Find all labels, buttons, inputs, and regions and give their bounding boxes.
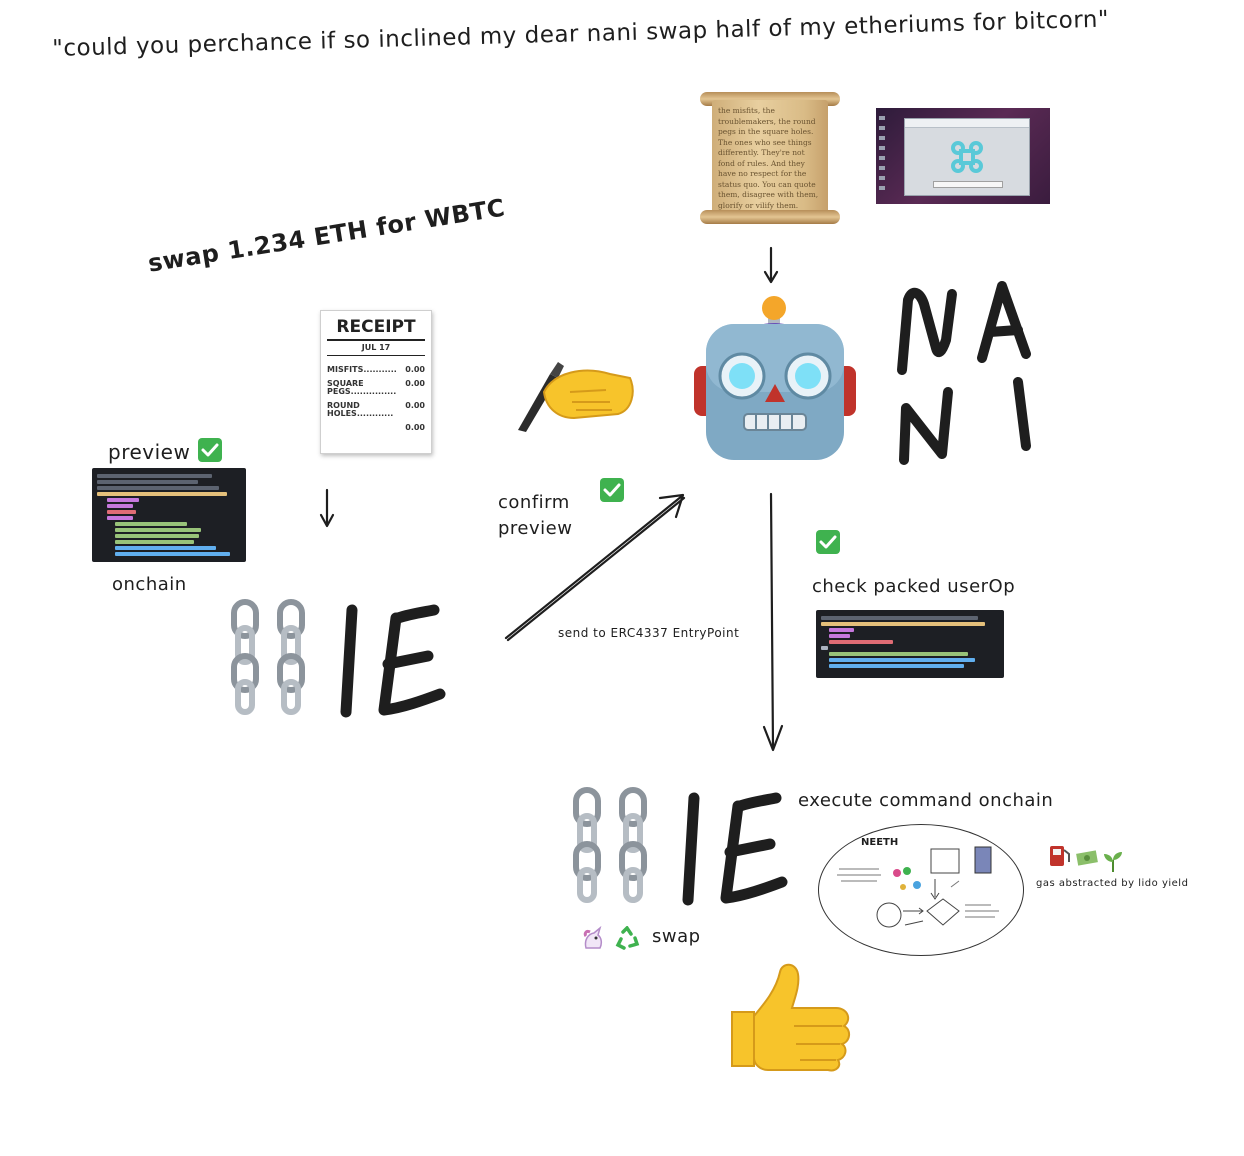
recycle-icon bbox=[615, 926, 640, 950]
send-to-entrypoint-label: send to ERC4337 EntryPoint bbox=[558, 626, 740, 640]
chain-ie-logo bbox=[573, 787, 788, 906]
chain-icon bbox=[231, 599, 305, 715]
neeth-diagram-sketch bbox=[837, 846, 999, 928]
userop-code-panel bbox=[816, 610, 1004, 678]
thumbs-up-icon bbox=[731, 963, 850, 1072]
execute-command-label: execute command onchain bbox=[798, 790, 1054, 811]
app-window bbox=[904, 118, 1030, 196]
preview-label: preview bbox=[108, 440, 191, 464]
command-key-icon bbox=[951, 141, 983, 173]
seedling-icon bbox=[1104, 852, 1122, 872]
chain-icon bbox=[573, 787, 647, 903]
gas-abstracted-label: gas abstracted by lido yield bbox=[1036, 878, 1189, 889]
preview-confirm-label: preview bbox=[498, 518, 573, 539]
receipt-image: RECEIPT JUL 17 MISFITS........... 0.00 S… bbox=[320, 310, 432, 454]
scroll-text: the misfits, the troublemakers, the roun… bbox=[718, 106, 819, 216]
receipt-date: JUL 17 bbox=[327, 341, 425, 356]
fuel-pump-icon bbox=[1050, 846, 1070, 866]
nani-wordmark-logo bbox=[897, 281, 1031, 465]
check-mark-icon bbox=[198, 438, 222, 462]
check-mark-icon bbox=[600, 478, 624, 502]
confirm-label: confirm bbox=[498, 492, 570, 513]
unicorn-icon bbox=[583, 926, 603, 949]
receipt-row: 0.00 bbox=[405, 423, 425, 432]
receipt-row: SQUARE PEGS............... 0.00 bbox=[327, 379, 425, 396]
onchain-label: onchain bbox=[112, 574, 187, 595]
check-mark-icon bbox=[816, 530, 840, 554]
desktop-screenshot-thumbnail bbox=[876, 108, 1050, 204]
swap-label: swap bbox=[652, 926, 701, 947]
robot-icon bbox=[694, 296, 856, 460]
neeth-diagram: NEETH bbox=[818, 824, 1024, 956]
preview-code-panel bbox=[92, 468, 246, 562]
manifesto-scroll-image: the misfits, the troublemakers, the roun… bbox=[700, 92, 840, 224]
money-icon bbox=[1076, 850, 1098, 866]
writing-hand-icon bbox=[518, 362, 634, 432]
chain-ie-logo bbox=[231, 599, 446, 718]
receipt-row: ROUND HOLES............ 0.00 bbox=[327, 401, 425, 418]
arrow-nani-to-execute bbox=[769, 492, 775, 750]
receipt-row: MISFITS........... 0.00 bbox=[327, 365, 425, 374]
receipt-title: RECEIPT bbox=[327, 317, 425, 341]
check-packed-userop-label: check packed userOp bbox=[812, 576, 1016, 597]
